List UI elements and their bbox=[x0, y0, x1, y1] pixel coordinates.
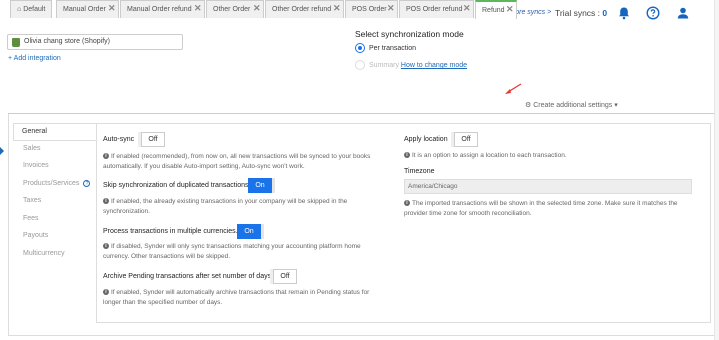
autosync-toggle[interactable]: Off bbox=[141, 132, 165, 147]
info-icon: i bbox=[103, 198, 109, 204]
timezone-label: Timezone bbox=[404, 168, 435, 175]
close-icon[interactable]: ✕ bbox=[333, 3, 341, 14]
archive-pending-toggle[interactable]: Off bbox=[273, 269, 297, 284]
how-to-change-mode-link[interactable]: How to change mode bbox=[401, 62, 467, 69]
timezone-desc: i The imported transactions will be shown… bbox=[404, 200, 678, 217]
sidebar-item-general[interactable]: General bbox=[13, 123, 97, 141]
close-icon[interactable]: ✕ bbox=[387, 3, 395, 14]
sidebar-item-invoices[interactable]: Invoices bbox=[13, 158, 97, 176]
skip-duplicates-toggle[interactable]: On bbox=[248, 178, 272, 193]
summary-label: Summary bbox=[369, 61, 399, 69]
apply-location-toggle[interactable]: Off bbox=[454, 132, 478, 147]
autosync-label: Auto-sync bbox=[103, 136, 135, 143]
close-icon[interactable]: ✕ bbox=[463, 3, 471, 14]
trial-syncs-count: 0 bbox=[602, 8, 608, 18]
radio-checked-icon[interactable] bbox=[355, 43, 365, 53]
archive-pending-label: Archive Pending transactions after set n… bbox=[103, 273, 272, 280]
sidebar-item-multicurrency[interactable]: Multicurrency bbox=[13, 246, 97, 264]
autosync-desc: i If enabled (recommended), from now on, … bbox=[103, 153, 371, 170]
archive-pending-desc: i If enabled, Synder will automatically a… bbox=[103, 289, 370, 306]
tab-manual-order-refund[interactable]: Manual Order refund ✕ bbox=[120, 0, 205, 18]
tab-default[interactable]: ⌂ Default bbox=[10, 0, 52, 18]
sidebar-item-payouts[interactable]: Payouts bbox=[13, 228, 97, 246]
red-arrow-icon bbox=[505, 83, 522, 94]
tab-pos-order[interactable]: POS Order ✕ bbox=[345, 0, 398, 18]
help-icon[interactable]: ? bbox=[83, 179, 91, 187]
bell-icon[interactable] bbox=[617, 6, 631, 20]
caret-down-icon: ▾ bbox=[614, 102, 618, 109]
home-icon: ⌂ bbox=[17, 6, 22, 13]
info-icon: i bbox=[404, 200, 410, 206]
tab-manual-order[interactable]: Manual Order ✕ bbox=[56, 0, 119, 18]
trial-syncs: Trial syncs : 0 bbox=[555, 8, 608, 18]
summary-option: Summary How to change mode bbox=[355, 60, 467, 70]
per-transaction-option[interactable]: Per transaction bbox=[355, 43, 416, 53]
close-icon[interactable]: ✕ bbox=[506, 4, 514, 15]
sidebar-item-sales[interactable]: Sales bbox=[13, 141, 97, 159]
side-marker-icon bbox=[0, 147, 4, 155]
user-icon[interactable] bbox=[676, 6, 690, 20]
tab-pos-order-refund[interactable]: POS Order refund ✕ bbox=[399, 0, 474, 18]
tab-other-order[interactable]: Other Order ✕ bbox=[206, 0, 264, 18]
multi-currency-toggle[interactable]: On bbox=[237, 224, 261, 239]
per-transaction-label: Per transaction bbox=[369, 44, 417, 52]
close-icon[interactable]: ✕ bbox=[194, 3, 202, 14]
timezone-field[interactable]: America/Chicago bbox=[404, 179, 692, 194]
sidebar-item-taxes[interactable]: Taxes bbox=[13, 193, 97, 211]
info-icon: i bbox=[103, 289, 109, 295]
info-icon: i bbox=[103, 153, 109, 159]
sidebar-item-fees[interactable]: Fees bbox=[13, 211, 97, 229]
page-scrollbar[interactable] bbox=[714, 0, 719, 340]
info-icon: i bbox=[103, 243, 109, 249]
tab-other-order-refund[interactable]: Other Order refund ✕ bbox=[265, 0, 344, 18]
skip-duplicates-desc: i If enabled, the already existing transa… bbox=[103, 198, 348, 215]
apply-location-desc: i It is an option to assign a location to… bbox=[404, 151, 694, 161]
store-selector[interactable]: Olivia chang store (Shopify) bbox=[7, 34, 183, 50]
close-icon[interactable]: ✕ bbox=[108, 3, 116, 14]
create-additional-settings[interactable]: ⚙ Create additional settings ▾ bbox=[525, 101, 618, 109]
multi-currency-desc: i If disabled, Synder will only sync tran… bbox=[103, 243, 361, 260]
help-icon[interactable] bbox=[646, 6, 660, 20]
store-name: Olivia chang store (Shopify) bbox=[24, 38, 110, 45]
settings-sidenav: General Sales Invoices Products/Services… bbox=[13, 123, 97, 263]
gear-icon: ⚙ bbox=[525, 102, 532, 109]
multi-currency-label: Process transactions in multiple currenc… bbox=[103, 228, 238, 235]
apply-location-label: Apply location bbox=[404, 136, 448, 143]
info-icon: i bbox=[404, 152, 410, 158]
sidebar-item-products-services[interactable]: Products/Services? bbox=[13, 176, 97, 194]
skip-duplicates-label: Skip synchronization of duplicated trans… bbox=[103, 182, 249, 189]
shopify-icon bbox=[12, 38, 20, 47]
tab-refund[interactable]: Refund ✕ bbox=[475, 0, 517, 19]
radio-disabled-icon bbox=[355, 60, 365, 70]
sync-mode-title: Select synchronization mode bbox=[355, 29, 464, 39]
close-icon[interactable]: ✕ bbox=[253, 3, 261, 14]
add-integration-link[interactable]: + Add integration bbox=[8, 55, 61, 62]
